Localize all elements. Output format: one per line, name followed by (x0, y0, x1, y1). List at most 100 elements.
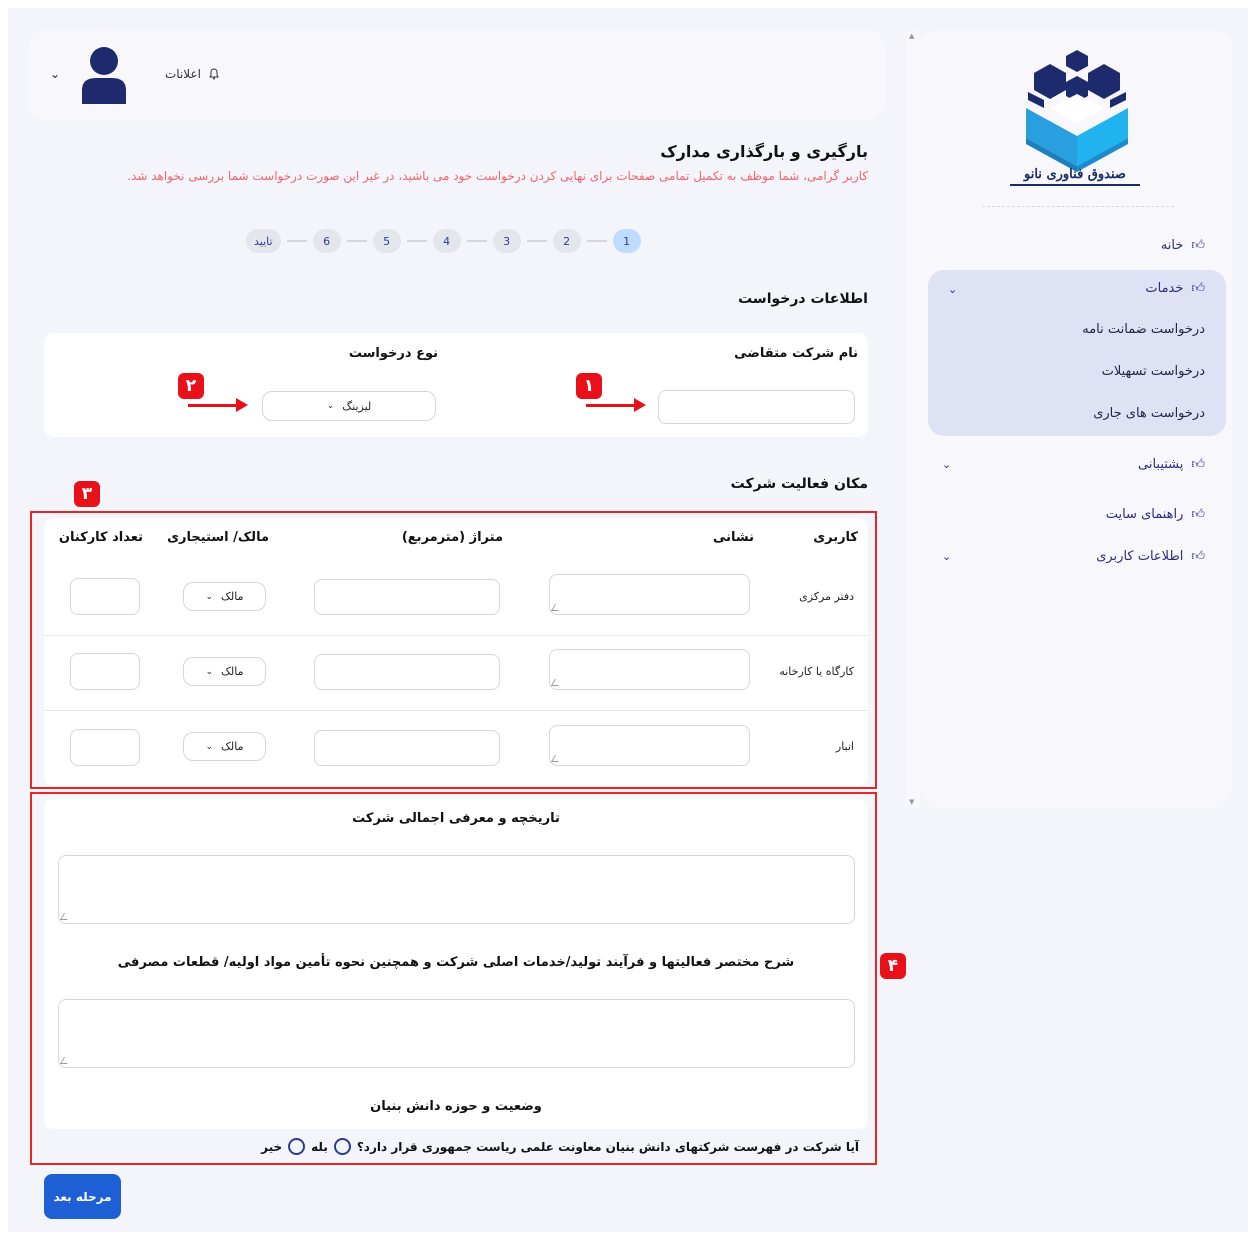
step-confirm[interactable]: تایید (246, 229, 281, 253)
employees-input[interactable] (70, 729, 140, 766)
step-1[interactable]: 1 (612, 229, 641, 253)
ownership-select[interactable]: ⌄ مالک (183, 657, 266, 686)
step-connector (586, 240, 607, 242)
chevron-down-icon[interactable]: ⌄ (942, 550, 951, 563)
address-textarea[interactable] (549, 725, 750, 766)
hand-icon: 👍︎ (1191, 281, 1205, 296)
sidebar-item-label: راهنمای سایت (1105, 507, 1184, 522)
next-step-button[interactable]: مرحله بعد (44, 1174, 121, 1219)
table-header: مالک/ استیجاری (167, 530, 269, 545)
employees-input[interactable] (70, 653, 140, 690)
sidebar-scrollbar[interactable]: ▲ ▼ (906, 30, 920, 808)
divider (44, 635, 868, 636)
step-connector (346, 240, 367, 242)
warning-text: کاربر گرامی، شما موظف به تکمیل تمامی صفح… (127, 169, 868, 183)
step-5[interactable]: 5 (372, 229, 401, 253)
sidebar-item-support[interactable]: 👍︎ پشتیبانی (1138, 457, 1205, 472)
chevron-down-icon[interactable]: ⌄ (948, 283, 957, 296)
knowledge-based-question: آیا شرکت در فهرست شرکتهای دانش بنیان معا… (261, 1138, 859, 1155)
address-textarea[interactable] (549, 649, 750, 690)
table-header: متراژ (مترمربع) (401, 530, 503, 545)
divider (44, 710, 868, 711)
annotation-badge-3: ۳ (74, 481, 100, 507)
hand-icon: 👍︎ (1191, 457, 1205, 472)
request-type-value: لیزینگ (342, 399, 372, 413)
yes-radio[interactable] (333, 1138, 351, 1155)
chevron-down-icon: ⌄ (205, 741, 214, 752)
company-name-label: نام شرکت متقاضی (734, 346, 858, 361)
hand-icon: 👍︎ (1191, 507, 1205, 522)
activities-textarea[interactable] (58, 999, 855, 1068)
sidebar-item-label: خدمات (1145, 281, 1184, 296)
ownership-select[interactable]: ⌄ مالک (183, 582, 266, 611)
stepper: تایید 6 5 4 3 2 1 (246, 228, 641, 254)
table-row-label: کارگاه یا کارخانه (779, 665, 854, 678)
divider (982, 206, 1174, 207)
sidebar-subitem-current-requests[interactable]: درخواست های جاری (1093, 406, 1205, 421)
ownership-value: مالک (221, 740, 244, 753)
sidebar-subitem-guarantee[interactable]: درخواست ضمانت نامه (1082, 322, 1205, 337)
bell-icon (209, 68, 219, 80)
chevron-down-icon: ⌄ (205, 591, 214, 602)
annotation-badge-4: ۴ (880, 953, 906, 979)
scroll-up-icon[interactable]: ▲ (909, 32, 914, 40)
step-6[interactable]: 6 (312, 229, 341, 253)
sidebar-item-services[interactable]: 👍︎ خدمات (1145, 281, 1205, 296)
area-input[interactable] (314, 579, 500, 615)
question-text: آیا شرکت در فهرست شرکتهای دانش بنیان معا… (356, 1139, 859, 1154)
ownership-value: مالک (221, 590, 244, 603)
step-3[interactable]: 3 (492, 229, 521, 253)
logo-text: صندوق فناوری نانو (1010, 166, 1140, 186)
annotation-arrow (188, 398, 248, 412)
scroll-down-icon[interactable]: ▼ (909, 798, 914, 806)
chevron-down-icon: ⌄ (326, 401, 335, 411)
sidebar-item-label: اطلاعات کاربری (1096, 549, 1184, 564)
notifications-label: اعلانات (165, 67, 201, 81)
area-input[interactable] (314, 730, 500, 766)
chevron-down-icon: ⌄ (205, 666, 214, 677)
employees-input[interactable] (70, 578, 140, 615)
chevron-down-icon[interactable]: ⌄ (942, 458, 951, 471)
address-textarea[interactable] (549, 574, 750, 615)
sidebar-item-label: پشتیبانی (1138, 457, 1184, 472)
request-info-title: اطلاعات درخواست (738, 291, 868, 307)
annotation-badge-1: ۱ (576, 373, 602, 399)
yes-label: بله (311, 1139, 328, 1154)
no-radio[interactable] (288, 1138, 306, 1155)
chevron-down-icon[interactable]: ⌄ (50, 67, 60, 81)
table-row-label: دفتر مرکزی (799, 590, 854, 603)
step-connector (406, 240, 427, 242)
annotation-badge-2: ۲ (178, 373, 204, 399)
hand-icon: 👍︎ (1191, 549, 1205, 564)
annotation-arrow (586, 398, 646, 412)
step-2[interactable]: 2 (552, 229, 581, 253)
area-input[interactable] (314, 654, 500, 690)
step-connector (526, 240, 547, 242)
notifications-button[interactable]: اعلانات (165, 67, 221, 81)
step-4[interactable]: 4 (432, 229, 461, 253)
request-type-label: نوع درخواست (348, 346, 438, 361)
request-type-select[interactable]: ⌄ لیزینگ (262, 391, 436, 421)
knowledge-based-label: وضعیت و حوزه دانش بنیان (370, 1099, 542, 1114)
ownership-select[interactable]: ⌄ مالک (183, 732, 266, 761)
history-textarea[interactable] (58, 855, 855, 924)
company-name-input[interactable] (658, 390, 855, 424)
sidebar-subitem-facilities[interactable]: درخواست تسهیلات (1102, 364, 1205, 379)
top-bar (28, 30, 886, 120)
table-header: تعداد کارکنان (58, 530, 143, 545)
table-header: نشانی (712, 530, 754, 545)
activities-label: شرح مختصر فعالیتها و فرآیند تولید/خدمات … (117, 955, 795, 970)
step-connector (466, 240, 487, 242)
ownership-value: مالک (221, 665, 244, 678)
sidebar-item-label: خانه (1160, 238, 1184, 253)
hand-icon: 👍︎ (1191, 238, 1205, 253)
table-header: کاربری (813, 530, 858, 545)
sidebar-item-user-info[interactable]: 👍︎ اطلاعات کاربری (1096, 549, 1205, 564)
page-title: بارگیری و بارگذاری مدارک (660, 142, 868, 161)
location-title: مکان فعالیت شرکت (730, 476, 868, 492)
sidebar-item-site-guide[interactable]: 👍︎ راهنمای سایت (1106, 507, 1205, 522)
table-row-label: انبار (835, 740, 854, 753)
sidebar-item-home[interactable]: 👍︎ خانه (1161, 238, 1205, 253)
user-avatar-icon[interactable] (80, 46, 128, 104)
no-label: خیر (261, 1139, 283, 1154)
